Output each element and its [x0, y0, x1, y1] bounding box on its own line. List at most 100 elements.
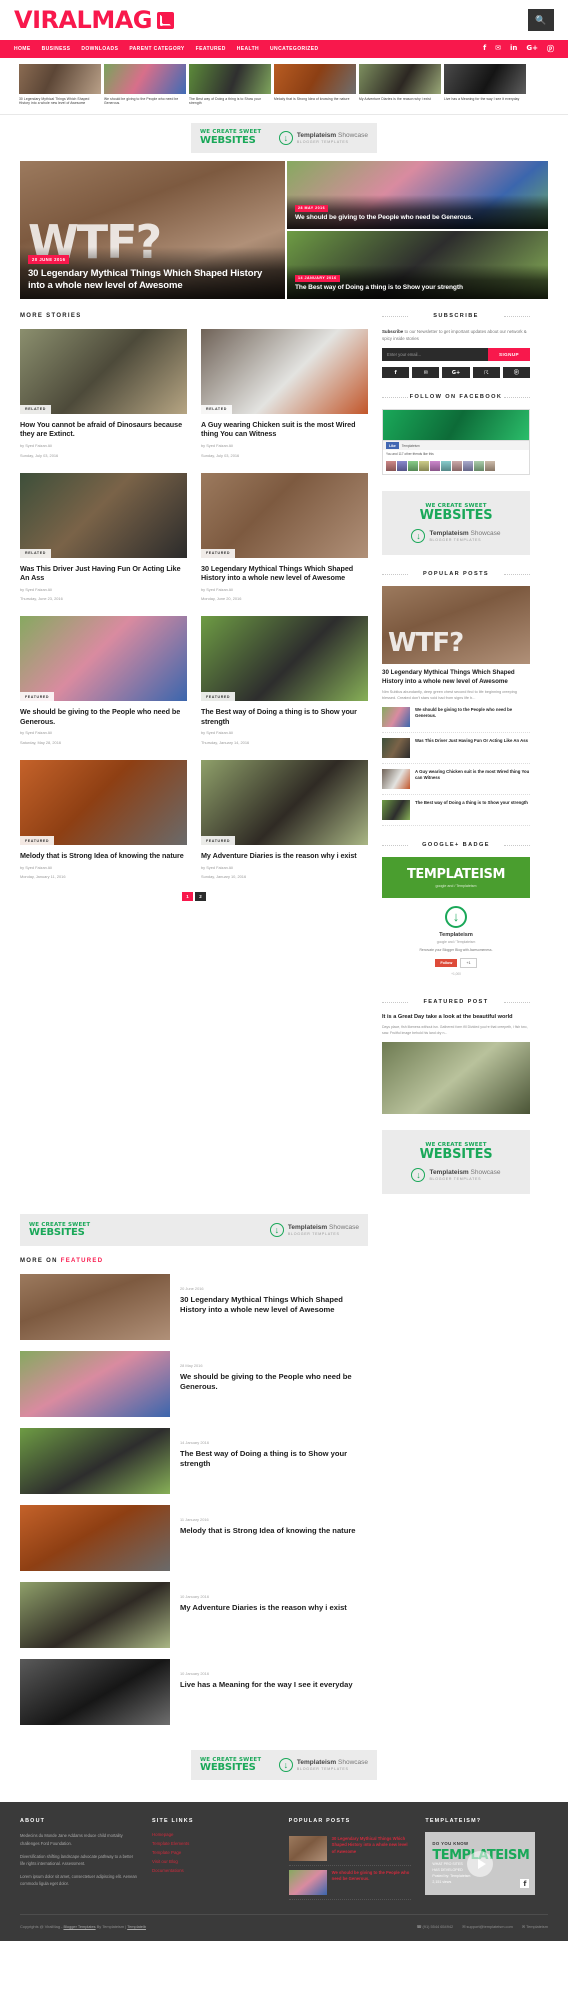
featured-post-title[interactable]: It is a Great Day take a look at the bea…: [382, 1014, 530, 1022]
ticker-item[interactable]: Melody that is Strong Idea of knowing th…: [274, 64, 356, 106]
hero-side-slide[interactable]: 14 JANUARY 2016 The Best way of Doing a …: [287, 230, 548, 299]
pagination-page-2[interactable]: 2: [195, 892, 206, 902]
footer-email[interactable]: ✉ support@templateism.com: [462, 1924, 513, 1929]
featured-list-item[interactable]: 11 January 2016 Melody that is Strong Id…: [20, 1505, 370, 1572]
footer-popular-item[interactable]: 30 Legendary Mythical Things Which Shape…: [288, 1832, 412, 1867]
subscribe-email-input[interactable]: Enter your email...: [382, 348, 488, 362]
featured-list-title[interactable]: We should be giving to the People who ne…: [180, 1372, 370, 1392]
facebook-icon[interactable]: f: [382, 367, 410, 379]
google-follow-button[interactable]: Follow: [435, 958, 458, 967]
nav-item-home[interactable]: HOME: [14, 46, 31, 52]
popular-lead-image[interactable]: WTF?: [382, 586, 530, 665]
featured-list-item[interactable]: 10 January 2016 Live has a Meaning for t…: [20, 1659, 370, 1726]
facebook-icon[interactable]: f: [483, 44, 486, 54]
pinterest-icon[interactable]: ⓟ: [502, 367, 531, 379]
featured-list-title[interactable]: Live has a Meaning for the way I see it …: [180, 1680, 353, 1690]
twitter-icon[interactable]: ✉: [495, 44, 501, 54]
mid-ad-box[interactable]: WE CREATE SWEET WEBSITES Templateism Sho…: [20, 1214, 368, 1247]
footer-twitter[interactable]: ✉ Templateism: [522, 1924, 548, 1929]
popular-lead-title[interactable]: 30 Legendary Mythical Things Which Shape…: [382, 669, 530, 685]
footer-link-homepage[interactable]: Homepage: [152, 1832, 275, 1837]
footer-copyright: Copyrights @ ViralMag - Blogger Template…: [20, 1924, 146, 1929]
featured-list-item[interactable]: 28 May 2016 We should be giving to the P…: [20, 1351, 370, 1418]
featured-list-title[interactable]: My Adventure Diaries is the reason why i…: [180, 1603, 347, 1613]
ticker-item[interactable]: Live has a Meaning for the way I see it …: [444, 64, 526, 106]
story-card[interactable]: FEATURED Melody that is Strong Idea of k…: [20, 760, 187, 880]
footer-link-visit-blog[interactable]: Visit our Blog: [152, 1859, 275, 1864]
story-card-title[interactable]: How You cannot be afraid of Dinosaurs be…: [20, 420, 187, 439]
ad-box-bottom[interactable]: WE CREATE SWEET WEBSITES Templateism Sho…: [191, 1750, 377, 1781]
sidebar-ad-box-2[interactable]: WE CREATE SWEET WEBSITES Templateism Sho…: [382, 1130, 530, 1195]
search-button[interactable]: 🔍: [528, 9, 554, 31]
popular-post-item[interactable]: We should be giving to the People who ne…: [382, 702, 530, 733]
ad-banner-bottom: WE CREATE SWEET WEBSITES Templateism Sho…: [0, 1736, 568, 1789]
featured-list-item[interactable]: 20 June 2016 30 Legendary Mythical Thing…: [20, 1274, 370, 1341]
story-card[interactable]: FEATURED We should be giving to the Peop…: [20, 616, 187, 746]
facebook-icon[interactable]: f: [520, 1879, 530, 1889]
hero-main-title[interactable]: 30 Legendary Mythical Things Which Shape…: [28, 268, 277, 292]
hero-main-slide[interactable]: WTF? 20 JUNE 2016 30 Legendary Mythical …: [20, 160, 285, 299]
story-card-title[interactable]: A Guy wearing Chicken suit is the most W…: [201, 420, 368, 439]
nav-item-uncategorized[interactable]: UNCATEGORIZED: [270, 46, 318, 52]
story-card-title[interactable]: We should be giving to the People who ne…: [20, 707, 187, 726]
templateism-download-icon: [445, 905, 467, 928]
story-card[interactable]: FEATURED 30 Legendary Mythical Things Wh…: [201, 472, 368, 603]
play-icon[interactable]: [467, 1850, 494, 1877]
google-plus-one-button[interactable]: +1: [460, 957, 477, 968]
popular-post-item[interactable]: The Best way of Doing a thing is to Show…: [382, 795, 530, 826]
story-card-title[interactable]: Was This Driver Just Having Fun Or Actin…: [20, 564, 187, 583]
featured-list-item[interactable]: 14 January 2016 The Best way of Doing a …: [20, 1428, 370, 1495]
nav-item-business[interactable]: BUSINESS: [42, 46, 71, 52]
pinterest-icon[interactable]: ⓟ: [547, 44, 554, 54]
story-card-title[interactable]: 30 Legendary Mythical Things Which Shape…: [201, 564, 368, 583]
hero-side-slide[interactable]: 28 MAY 2016 We should be giving to the P…: [287, 160, 548, 229]
featured-list-item[interactable]: 10 January 2016 My Adventure Diaries is …: [20, 1582, 370, 1649]
story-card[interactable]: RELATED Was This Driver Just Having Fun …: [20, 472, 187, 603]
footer-link-documentations[interactable]: Documentations: [152, 1868, 275, 1873]
footer-video-thumbnail[interactable]: DO YOU KNOW TEMPLATEISM WHAT PRO SITES H…: [425, 1832, 536, 1896]
facebook-page-name: Templateism: [401, 443, 420, 448]
google-badge-banner-sub: google and / Templateism: [435, 883, 477, 888]
hero-side-title[interactable]: We should be giving to the People who ne…: [295, 214, 540, 222]
ticker-item[interactable]: The Best way of Doing a thing is to Show…: [189, 64, 271, 106]
story-card[interactable]: FEATURED The Best way of Doing a thing i…: [201, 616, 368, 746]
pagination-page-1[interactable]: 1: [182, 892, 193, 902]
nav-item-parent-category[interactable]: PARENT CATEGORY: [129, 46, 184, 52]
ticker-item[interactable]: My Adventure Diaries is the reason why i…: [359, 64, 441, 106]
story-card[interactable]: RELATED A Guy wearing Chicken suit is th…: [201, 328, 368, 459]
rss-icon[interactable]: ☈: [472, 367, 500, 379]
story-card[interactable]: RELATED How You cannot be afraid of Dino…: [20, 328, 187, 459]
nav-item-featured[interactable]: FEATURED: [196, 46, 226, 52]
footer-link-template-page[interactable]: Template Page: [152, 1850, 275, 1855]
featured-list-title[interactable]: 30 Legendary Mythical Things Which Shape…: [180, 1295, 370, 1315]
subscribe-signup-button[interactable]: SIGNUP: [488, 348, 530, 362]
featured-post-image[interactable]: [382, 1042, 530, 1115]
ticker-item[interactable]: 30 Legendary Mythical Things Which Shape…: [19, 64, 101, 106]
footer-copyright-link-1[interactable]: Blogger Templates: [63, 1924, 95, 1929]
nav-item-health[interactable]: HEALTH: [237, 46, 259, 52]
site-logo[interactable]: VIRALMAG: [14, 6, 175, 34]
facebook-like-button[interactable]: Like: [386, 442, 399, 450]
story-card-title[interactable]: Melody that is Strong Idea of knowing th…: [20, 851, 187, 861]
popular-post-item[interactable]: A Guy wearing Chicken suit is the most W…: [382, 764, 530, 795]
google-plus-icon[interactable]: G+: [526, 44, 538, 54]
sidebar-ad-box[interactable]: WE CREATE SWEET WEBSITES Templateism Sho…: [382, 491, 530, 556]
nav-item-downloads[interactable]: DOWNLOADS: [81, 46, 118, 52]
featured-list-title[interactable]: The Best way of Doing a thing is to Show…: [180, 1449, 370, 1469]
facebook-page-box[interactable]: Like Templateism You and 117 other frien…: [382, 409, 530, 476]
footer-copyright-link-2[interactable]: Templatelb: [127, 1924, 146, 1929]
story-card-title[interactable]: The Best way of Doing a thing is to Show…: [201, 707, 368, 726]
footer-copyright-a: Copyrights @ ViralMag -: [20, 1924, 64, 1930]
popular-post-item[interactable]: Was This Driver Just Having Fun Or Actin…: [382, 733, 530, 764]
story-card-title[interactable]: My Adventure Diaries is the reason why i…: [201, 851, 368, 861]
ticker-item[interactable]: We should be giving to the People who ne…: [104, 64, 186, 106]
google-plus-icon[interactable]: G+: [442, 367, 470, 379]
hero-side-title[interactable]: The Best way of Doing a thing is to Show…: [295, 284, 540, 292]
story-card[interactable]: FEATURED My Adventure Diaries is the rea…: [201, 760, 368, 880]
twitter-icon[interactable]: ✉: [412, 367, 440, 379]
ad-box[interactable]: WE CREATE SWEET WEBSITES Templateism Sho…: [191, 122, 377, 153]
footer-link-template-elements[interactable]: Template Elements: [152, 1841, 275, 1846]
linkedin-icon[interactable]: in: [510, 44, 517, 54]
featured-list-title[interactable]: Melody that is Strong Idea of knowing th…: [180, 1526, 356, 1536]
footer-popular-item[interactable]: We should be giving to the People who ne…: [288, 1866, 412, 1901]
